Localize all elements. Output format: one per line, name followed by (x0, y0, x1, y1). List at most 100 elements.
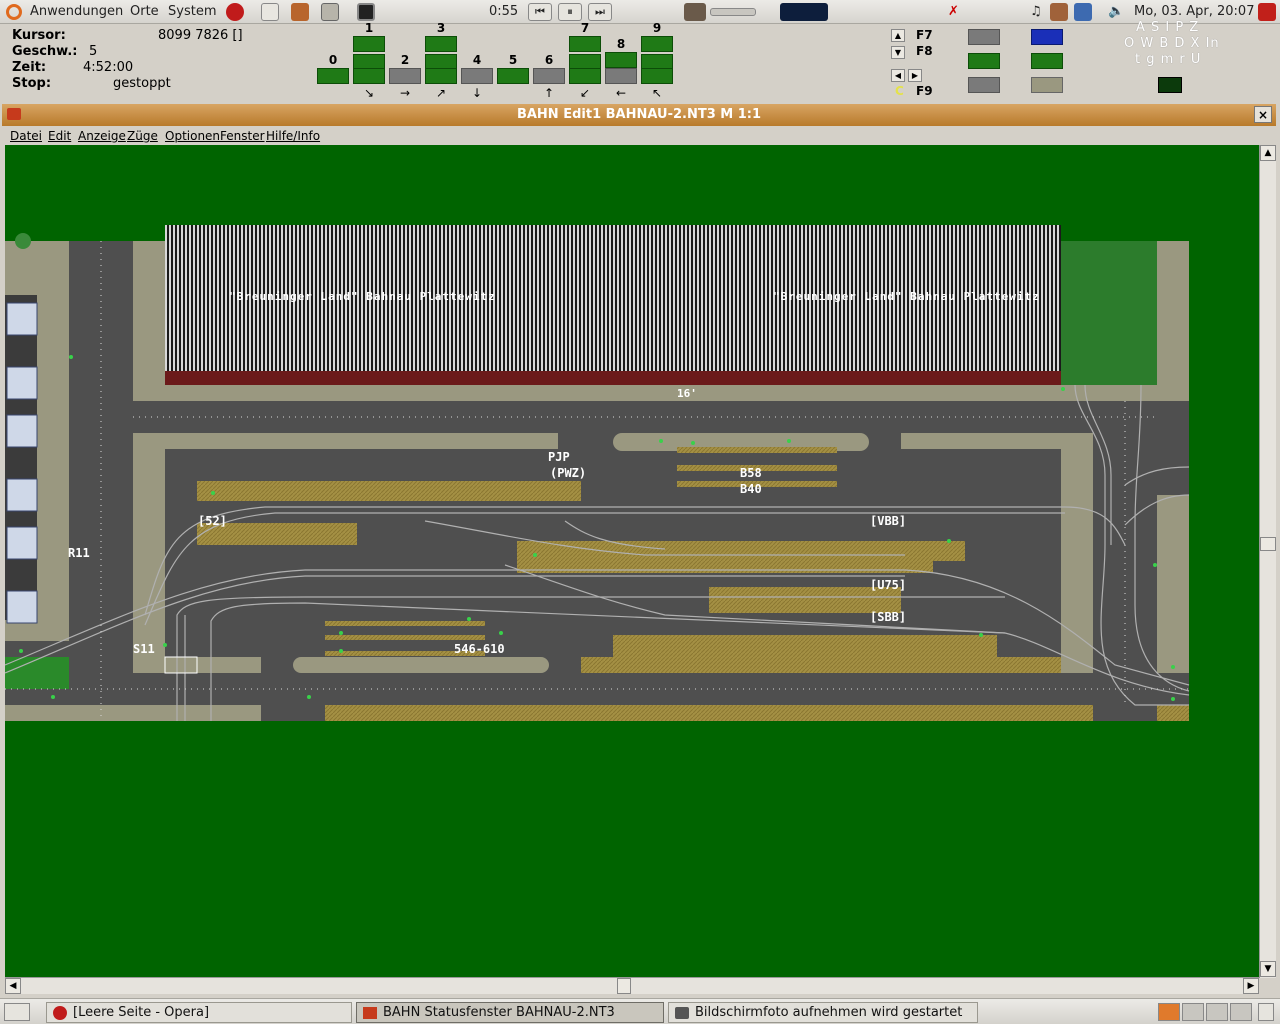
menu-edit[interactable]: Edit (48, 129, 71, 143)
dir-arrow-s[interactable]: ↓ (461, 86, 493, 100)
track-piece-1c[interactable] (353, 68, 385, 84)
dir-arrow-n[interactable]: ↑ (533, 86, 565, 100)
task-opera-label: [Leere Seite - Opera] (73, 1005, 210, 1020)
track-piece-7a[interactable] (569, 36, 601, 52)
f9-key[interactable]: F9 (916, 84, 933, 98)
menu-hilfe-info[interactable]: Hilfe/Info (266, 129, 320, 143)
track-piece-3a[interactable] (425, 36, 457, 52)
bahn-status-strip: Kursor: 8099 7826 [] Geschw.: 5 Zeit: 4:… (0, 20, 1280, 102)
layer-view-3-icon[interactable] (968, 77, 1000, 93)
music-icon[interactable]: ♫ (1030, 3, 1048, 21)
layer-view-6-icon[interactable] (1031, 77, 1063, 93)
track-piece-8a[interactable] (605, 52, 637, 68)
vertical-scrollbar[interactable]: ▲ ▼ (1259, 145, 1276, 978)
terminal-icon[interactable] (357, 3, 375, 21)
track-piece-3c[interactable] (425, 68, 457, 84)
layer-view-1-icon[interactable] (968, 29, 1000, 45)
menu-anwendungen[interactable]: Anwendungen (30, 0, 123, 24)
media-prev-icon[interactable]: ⏮ (528, 3, 552, 21)
menu-fenster[interactable]: Fenster (220, 129, 265, 143)
workspace-3[interactable] (1206, 1003, 1228, 1021)
track-piece-9c[interactable] (641, 68, 673, 84)
close-button[interactable]: × (1254, 106, 1272, 123)
c-key[interactable]: C (895, 84, 904, 98)
track-piece-2[interactable] (389, 68, 421, 84)
train-icon[interactable] (1158, 77, 1182, 93)
track-piece-8b[interactable] (605, 68, 637, 84)
opera-icon[interactable] (226, 3, 244, 21)
map-canvas[interactable]: "Breuninger Land" Bahnau Plattewitz "Bre… (5, 145, 1259, 977)
media-next-icon[interactable]: ⏭ (588, 3, 612, 21)
dir-arrow-e[interactable]: → (389, 86, 421, 100)
task-bahn-status[interactable]: BAHN Statusfenster BAHNAU-2.NT3 (356, 1002, 664, 1023)
layer-view-5-icon[interactable] (1031, 53, 1063, 69)
window-title: BAHN Edit1 BAHNAU-2.NT3 M 1:1 (516, 107, 762, 122)
menu-anzeige[interactable]: Anzeige (78, 129, 126, 143)
alpha-keys-row2[interactable]: O W B D X In (1124, 36, 1220, 51)
app-icon[interactable] (1050, 3, 1068, 21)
mail-icon[interactable] (261, 3, 279, 21)
scroll-right-arrow-icon[interactable]: ▶ (1243, 978, 1259, 994)
track-piece-1a[interactable] (353, 36, 385, 52)
scroll-down-button[interactable]: ▼ (891, 46, 905, 59)
track-piece-4[interactable] (461, 68, 493, 84)
dir-arrow-ne[interactable]: ↗ (425, 86, 457, 100)
track-num-0: 0 (328, 53, 338, 67)
f7-key[interactable]: F7 (916, 28, 933, 42)
notes-icon[interactable] (321, 3, 339, 21)
station-sign-right: "Breuninger Land" Bahnau Plattewitz (773, 290, 1040, 303)
cpu-monitor-icon[interactable] (780, 3, 828, 21)
menu-system[interactable]: System (168, 0, 216, 24)
label-r11: R11 (68, 546, 90, 560)
track-piece-6[interactable] (533, 68, 565, 84)
track-num-3: 3 (436, 21, 446, 35)
ubuntu-logo-icon[interactable] (6, 4, 22, 20)
scroll-left-button[interactable]: ◀ (891, 69, 905, 82)
task-opera[interactable]: [Leere Seite - Opera] (46, 1002, 352, 1023)
f8-key[interactable]: F8 (916, 44, 933, 58)
track-piece-7c[interactable] (569, 68, 601, 84)
menu-orte[interactable]: Orte (130, 0, 159, 24)
volume-icon[interactable]: 🔈 (1108, 3, 1126, 21)
layer-view-2-icon[interactable] (968, 53, 1000, 69)
network-icon[interactable] (684, 3, 706, 21)
horizontal-scroll-thumb[interactable] (617, 978, 631, 994)
track-num-7: 7 (580, 21, 590, 35)
scroll-down-arrow-icon[interactable]: ▼ (1260, 961, 1276, 977)
label-b40: B40 (740, 482, 762, 496)
show-desktop-icon[interactable] (4, 1003, 30, 1021)
vertical-scroll-thumb[interactable] (1260, 537, 1276, 551)
dir-arrow-se[interactable]: ↘ (353, 86, 385, 100)
game-icon[interactable] (291, 3, 309, 21)
menu-zuege[interactable]: Züge (127, 129, 158, 143)
track-piece-9a[interactable] (641, 36, 673, 52)
trash-icon[interactable] (1258, 1003, 1274, 1021)
disconnect-icon[interactable]: ✗ (948, 3, 966, 21)
track-piece-0[interactable] (317, 68, 349, 84)
window-titlebar[interactable]: BAHN Edit1 BAHNAU-2.NT3 M 1:1 × (2, 104, 1276, 126)
task-opera-icon (53, 1006, 67, 1020)
layer-view-4-icon[interactable] (1031, 29, 1063, 45)
scroll-up-arrow-icon[interactable]: ▲ (1260, 145, 1276, 161)
scroll-right-button[interactable]: ▶ (908, 69, 922, 82)
workspace-2[interactable] (1182, 1003, 1204, 1021)
task-screenshot[interactable]: Bildschirmfoto aufnehmen wird gestartet (668, 1002, 978, 1023)
menu-datei[interactable]: Datei (10, 129, 42, 143)
workspace-4[interactable] (1230, 1003, 1252, 1021)
dir-arrow-sw[interactable]: ↙ (569, 86, 601, 100)
menu-optionen[interactable]: Optionen (165, 129, 220, 143)
scroll-left-arrow-icon[interactable]: ◀ (5, 978, 21, 994)
horizontal-scrollbar[interactable]: ◀ ▶ (5, 977, 1259, 994)
dir-arrow-w[interactable]: ← (605, 86, 637, 100)
dir-arrow-nw[interactable]: ↖ (641, 86, 673, 100)
media-pause-icon[interactable]: ⏸ (558, 3, 582, 21)
track-num-4: 4 (472, 53, 482, 67)
station-sign-left: "Breuninger Land" Bahnau Plattewitz (229, 290, 496, 303)
alpha-keys-row1[interactable]: A S I P Z (1136, 20, 1199, 35)
screen-icon[interactable] (1074, 3, 1092, 21)
workspace-1[interactable] (1158, 1003, 1180, 1021)
scroll-up-button[interactable]: ▲ (891, 29, 905, 42)
alpha-keys-row3[interactable]: t g m r U (1135, 52, 1201, 67)
logout-icon[interactable] (1258, 3, 1276, 21)
track-piece-5[interactable] (497, 68, 529, 84)
